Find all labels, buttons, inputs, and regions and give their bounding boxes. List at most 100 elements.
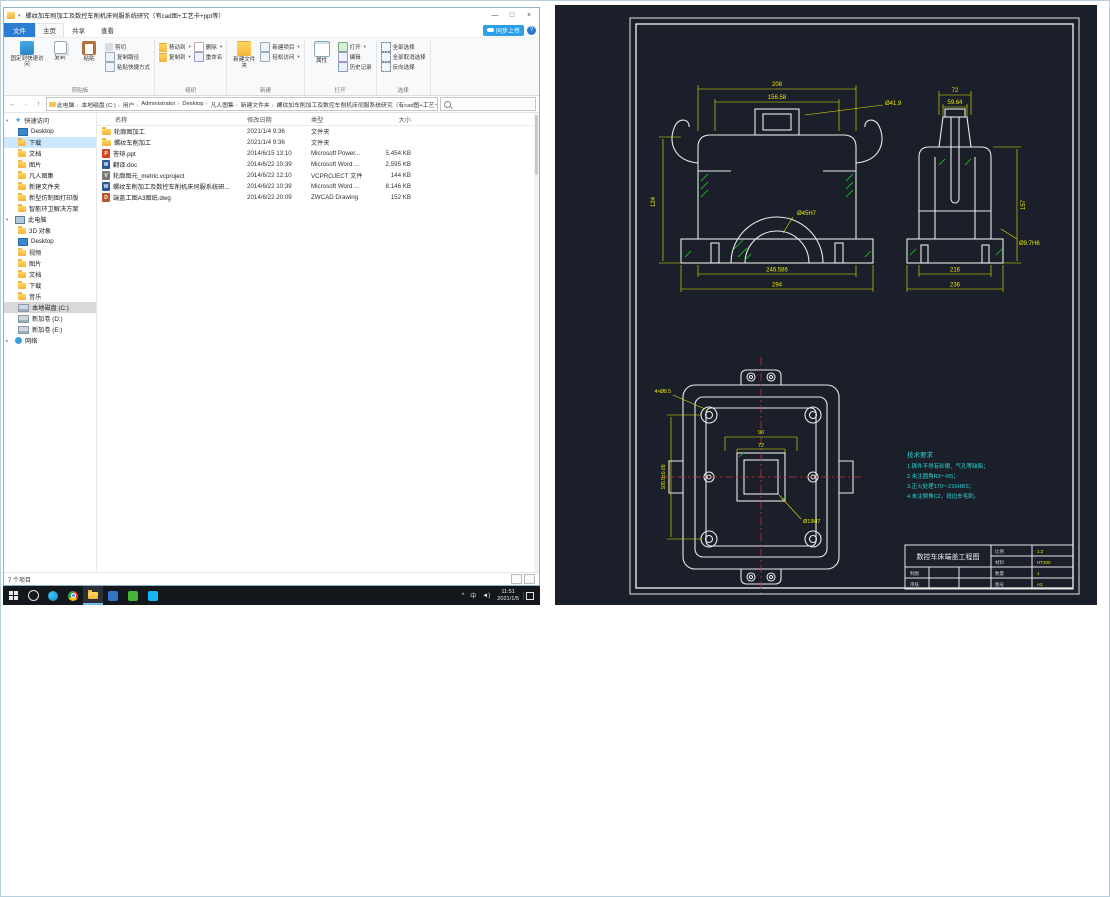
breadcrumb-segment[interactable]: Desktop bbox=[182, 101, 209, 107]
open-button[interactable]: 打开 bbox=[338, 43, 372, 51]
tab-file[interactable]: 文件 bbox=[4, 23, 35, 37]
column-type[interactable]: 类型 bbox=[311, 115, 371, 124]
file-row[interactable]: V轮廓图元_metric.vcproject 2014/6/22 12:10 V… bbox=[97, 170, 539, 181]
details-view-button[interactable] bbox=[511, 574, 522, 584]
breadcrumb-segment[interactable]: 用户 bbox=[123, 100, 141, 109]
sidebar-root-network[interactable]: ▸网络 bbox=[4, 335, 96, 346]
breadcrumb-segment[interactable]: 此电脑 bbox=[57, 100, 80, 109]
up-button[interactable]: ↑ bbox=[33, 101, 44, 108]
column-size[interactable]: 大小 bbox=[371, 115, 415, 124]
help-icon[interactable]: ? bbox=[527, 26, 536, 35]
sidebar-item-pinned-folder[interactable]: 凡人图集 bbox=[4, 170, 96, 181]
cortana-search-button[interactable] bbox=[23, 586, 43, 605]
quick-access-toolbar-chevron-icon[interactable]: ▾ bbox=[18, 13, 21, 19]
properties-button[interactable]: 属性 bbox=[309, 40, 335, 64]
music-folder-icon bbox=[18, 294, 26, 300]
close-button[interactable]: × bbox=[522, 8, 536, 23]
new-folder-button[interactable]: 新建文件夹 bbox=[231, 40, 257, 69]
copy-button[interactable]: 复制 bbox=[47, 40, 73, 61]
speaker-icon[interactable]: ◄) bbox=[479, 593, 493, 599]
breadcrumb-segment[interactable]: 凡人图集 bbox=[211, 100, 240, 109]
pin-to-quick-access-button[interactable]: 固定到快速访问 bbox=[10, 40, 44, 68]
expander-icon[interactable]: ▾ bbox=[6, 217, 12, 223]
file-row[interactable]: W螺纹车削加工及数控车削机床伺服系统研... 2014/6/22 10:39 M… bbox=[97, 181, 539, 192]
breadcrumb-segment[interactable]: Administrator bbox=[141, 101, 181, 107]
expander-icon[interactable]: ▾ bbox=[6, 118, 12, 124]
copy-to-button[interactable]: 复制到 bbox=[159, 53, 191, 61]
forward-button[interactable]: → bbox=[20, 101, 31, 108]
action-center-button[interactable] bbox=[523, 592, 536, 600]
sidebar-item-downloads[interactable]: 下载 bbox=[4, 137, 96, 148]
breadcrumb-segment[interactable]: 新建文件夹 bbox=[241, 100, 276, 109]
sidebar-item-label: 文档 bbox=[29, 149, 41, 158]
sidebar-item-documents-pc[interactable]: 文档 bbox=[4, 269, 96, 280]
taskbar-app-qq[interactable] bbox=[143, 586, 163, 605]
delete-button[interactable]: 删除 bbox=[194, 43, 223, 51]
history-button[interactable]: 历史记录 bbox=[338, 63, 372, 71]
rename-button[interactable]: 重命名 bbox=[194, 53, 223, 61]
sidebar-item-downloads-pc[interactable]: 下载 bbox=[4, 280, 96, 291]
sidebar-item-local-disk-c[interactable]: 本地磁盘 (C:) bbox=[4, 302, 96, 313]
paste-button[interactable]: 粘贴 bbox=[76, 40, 102, 62]
sidebar-item-desktop[interactable]: Desktop bbox=[4, 126, 96, 137]
sidebar-item-desktop-pc[interactable]: Desktop bbox=[4, 236, 96, 247]
tab-view[interactable]: 查看 bbox=[93, 23, 122, 37]
invert-selection-button[interactable]: 反向选择 bbox=[381, 63, 426, 71]
sidebar-item-pinned-folder[interactable]: 新型仿制图打印版 bbox=[4, 192, 96, 203]
address-bar[interactable]: 此电脑 本地磁盘 (C:) 用户 Administrator Desktop 凡… bbox=[46, 97, 438, 111]
sidebar-item-pinned-folder[interactable]: 智能环卫解决方案 bbox=[4, 203, 96, 214]
tab-share[interactable]: 共享 bbox=[64, 23, 93, 37]
easy-access-button[interactable]: 轻松访问 bbox=[260, 53, 299, 61]
sidebar-item-volume-e[interactable]: 新加卷 (E:) bbox=[4, 324, 96, 335]
search-input[interactable] bbox=[440, 97, 536, 111]
sidebar-item-3d-objects[interactable]: 3D 对象 bbox=[4, 225, 96, 236]
taskbar-app-vscode[interactable] bbox=[103, 586, 123, 605]
copy-path-button[interactable]: 复制路径 bbox=[105, 53, 150, 61]
sidebar-root-quick-access[interactable]: ▾★快速访问 bbox=[4, 115, 96, 126]
sidebar-item-volume-d[interactable]: 新加卷 (D:) bbox=[4, 313, 96, 324]
sidebar-item-pinned-folder[interactable]: 新建文件夹 bbox=[4, 181, 96, 192]
sync-upload-button[interactable]: 同步上传 bbox=[483, 25, 524, 36]
tray-expand-icon[interactable]: ^ bbox=[458, 593, 467, 599]
maximize-button[interactable]: □ bbox=[505, 8, 519, 23]
sidebar-item-pictures-pc[interactable]: 图片 bbox=[4, 258, 96, 269]
file-row[interactable]: W翻译.doc 2014/6/22 10:39 Microsoft Word .… bbox=[97, 159, 539, 170]
file-row[interactable]: D端盖工图A3图纸.dwg 2014/6/22 20:09 ZWCAD Draw… bbox=[97, 192, 539, 203]
thumbnails-view-button[interactable] bbox=[524, 574, 535, 584]
sidebar-item-pictures[interactable]: 图片 bbox=[4, 159, 96, 170]
move-to-button[interactable]: 移动到 bbox=[159, 43, 191, 51]
back-button[interactable]: ← bbox=[7, 101, 18, 108]
start-button[interactable] bbox=[3, 586, 23, 605]
file-row[interactable]: 螺纹车削加工 2021/1/4 9:36 文件夹 bbox=[97, 137, 539, 148]
open-label: 打开 bbox=[350, 43, 361, 51]
sidebar-item-music[interactable]: 音乐 bbox=[4, 291, 96, 302]
cad-viewport[interactable]: 208 156.58 Ø41.9 124 Ø45H7 246.586 294 bbox=[555, 5, 1097, 605]
minimize-button[interactable]: — bbox=[488, 8, 502, 23]
cut-button[interactable]: 剪切 bbox=[105, 43, 150, 51]
sidebar-root-this-pc[interactable]: ▾此电脑 bbox=[4, 214, 96, 225]
sidebar-item-videos[interactable]: 视频 bbox=[4, 247, 96, 258]
column-date[interactable]: 修改日期 bbox=[247, 115, 311, 124]
expander-icon[interactable]: ▸ bbox=[6, 338, 12, 344]
clock-date: 2021/1/5 bbox=[497, 596, 519, 602]
scrollbar[interactable] bbox=[534, 113, 539, 572]
sidebar-item-documents[interactable]: 文档 bbox=[4, 148, 96, 159]
new-item-button[interactable]: 新建项目 bbox=[260, 43, 299, 51]
paste-shortcut-button[interactable]: 粘贴快捷方式 bbox=[105, 63, 150, 71]
taskbar-clock[interactable]: 11:51 2021/1/5 bbox=[493, 589, 523, 602]
tab-home[interactable]: 主页 bbox=[35, 23, 64, 37]
scrollbar-thumb[interactable] bbox=[535, 115, 538, 175]
edit-button[interactable]: 编辑 bbox=[338, 53, 372, 61]
file-row[interactable]: P答辩.ppt 2014/6/15 13:10 Microsoft Power.… bbox=[97, 148, 539, 159]
column-name[interactable]: 名称 bbox=[97, 115, 247, 124]
taskbar-app-wechat[interactable] bbox=[123, 586, 143, 605]
ime-indicator[interactable]: 中 bbox=[467, 591, 479, 600]
taskbar-app-explorer[interactable] bbox=[83, 586, 103, 605]
select-none-button[interactable]: 全部取消选择 bbox=[381, 53, 426, 61]
select-all-button[interactable]: 全部选择 bbox=[381, 43, 426, 51]
breadcrumb-segment[interactable]: 本地磁盘 (C:) bbox=[81, 100, 121, 109]
breadcrumb-segment[interactable]: 螺纹加车削加工及数控车削机床伺服系统研究（有cad图+工艺卡+ppt等） bbox=[277, 100, 438, 109]
file-row[interactable]: 轮廓图加工 2021/1/4 9:36 文件夹 bbox=[97, 126, 539, 137]
taskbar-app-chrome[interactable] bbox=[63, 586, 83, 605]
taskbar-app-edge[interactable] bbox=[43, 586, 63, 605]
